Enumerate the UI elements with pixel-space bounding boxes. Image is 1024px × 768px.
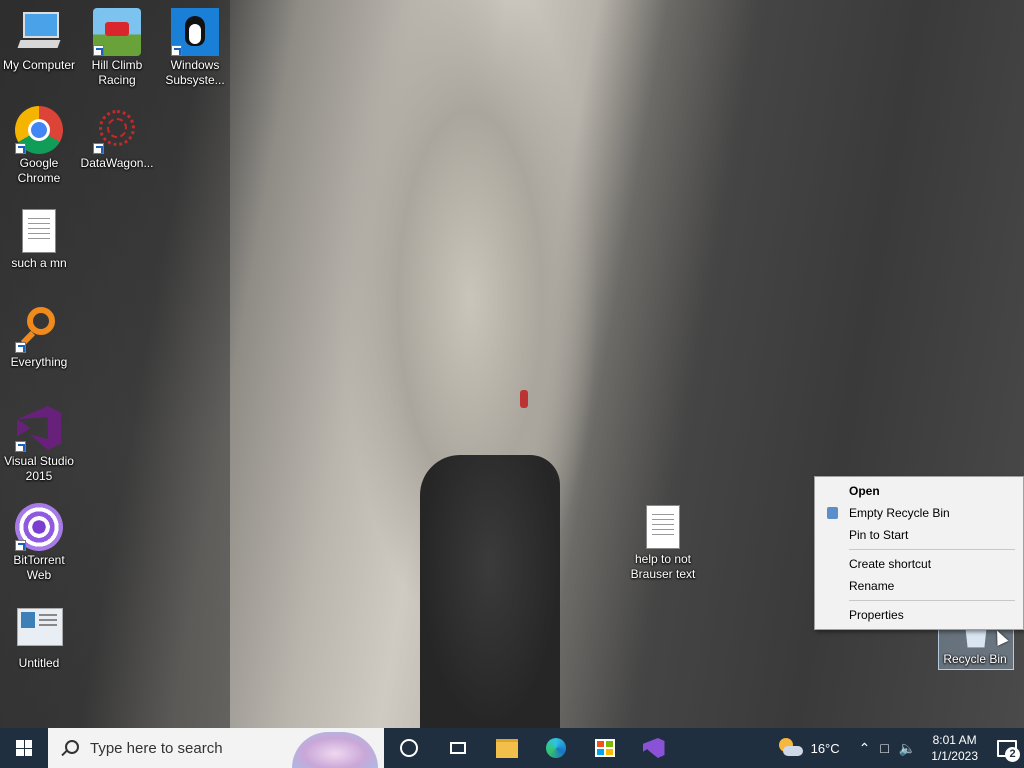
taskbar-file-explorer[interactable] — [482, 728, 531, 768]
text-document-icon — [15, 206, 63, 254]
wallpaper-rock — [420, 455, 560, 728]
clock-time: 8:01 AM — [932, 733, 977, 747]
volume-icon[interactable]: 🔈 — [899, 740, 916, 757]
wallpaper-climber — [520, 390, 528, 408]
cortana-icon — [399, 739, 418, 757]
taskbar-edge[interactable] — [531, 728, 580, 768]
task-view-button[interactable] — [433, 728, 482, 768]
notification-count-badge: 2 — [1005, 747, 1020, 762]
cortana-button[interactable] — [384, 728, 433, 768]
taskbar-search-box[interactable]: Type here to search — [48, 728, 384, 768]
text-document-icon — [639, 502, 687, 550]
shortcut-arrow-icon — [171, 45, 182, 56]
context-menu: Open Empty Recycle Bin Pin to Start Crea… — [814, 476, 1024, 630]
shortcut-arrow-icon — [93, 45, 104, 56]
menu-item-create-shortcut[interactable]: Create shortcut — [815, 553, 1023, 575]
folder-icon — [495, 738, 518, 758]
desktop-icon-visual-studio[interactable]: Visual Studio 2015 — [1, 404, 77, 484]
desktop-icon-help-to-not-brauser-text[interactable]: help to not Brauser text — [625, 502, 701, 582]
desktop-icon-label: such a mn — [11, 256, 67, 270]
desktop-icon-such-a-mn[interactable]: such a mn — [1, 206, 77, 271]
network-icon[interactable]: □ — [880, 740, 888, 756]
desktop-icon-windows-subsystem[interactable]: Windows Subsyste... — [157, 8, 233, 88]
tux-penguin-icon — [171, 8, 219, 56]
everything-search-icon — [15, 305, 63, 353]
windows-logo-icon — [16, 740, 32, 756]
image-thumbnail-icon — [15, 606, 63, 654]
shortcut-arrow-icon — [15, 143, 26, 154]
desktop-icon-hill-climb-racing[interactable]: Hill Climb Racing — [79, 8, 155, 88]
action-center-button[interactable]: 2 — [990, 728, 1024, 768]
desktop-icon-label: Visual Studio 2015 — [4, 454, 74, 483]
datawagon-icon — [93, 106, 141, 154]
desktop-icon-label: My Computer — [2, 58, 76, 72]
shortcut-arrow-icon — [93, 143, 104, 154]
menu-item-empty-recycle-bin[interactable]: Empty Recycle Bin — [815, 502, 1023, 524]
desktop-icon-bittorrent-web[interactable]: BitTorrent Web — [1, 503, 77, 583]
desktop-icon-untitled[interactable]: Untitled — [1, 606, 77, 671]
weather-temperature[interactable]: 16°C — [811, 741, 840, 756]
weather-icon[interactable] — [777, 738, 803, 758]
shortcut-arrow-icon — [15, 441, 26, 452]
system-tray: 16°C ⌃ □ 🔈 8:01 AM 1/1/2023 2 — [777, 728, 1024, 768]
desktop-icon-label: help to not Brauser text — [630, 552, 696, 581]
start-button[interactable] — [0, 728, 48, 768]
visual-studio-icon — [642, 738, 665, 758]
menu-item-rename[interactable]: Rename — [815, 575, 1023, 597]
desktop-icon-google-chrome[interactable]: Google Chrome — [1, 106, 77, 186]
task-view-icon — [449, 742, 466, 754]
taskbar-store[interactable] — [580, 728, 629, 768]
desktop-icon-label: Hill Climb Racing — [91, 58, 143, 87]
desktop-icon-label: Everything — [10, 355, 68, 369]
store-icon — [594, 739, 615, 757]
desktop-icon-label: Google Chrome — [17, 156, 61, 185]
menu-separator — [849, 549, 1015, 550]
clock-date: 1/1/2023 — [931, 749, 978, 763]
shortcut-arrow-icon — [15, 540, 26, 551]
edge-icon — [545, 738, 566, 758]
computer-icon — [15, 8, 63, 56]
menu-item-properties[interactable]: Properties — [815, 604, 1023, 626]
menu-item-open[interactable]: Open — [815, 480, 1023, 502]
recycle-bin-small-icon — [827, 507, 838, 519]
desktop-icon-my-computer[interactable]: My Computer — [1, 8, 77, 73]
chrome-icon — [15, 106, 63, 154]
desktop-icon-datawagon[interactable]: DataWagon... — [79, 106, 155, 171]
clock[interactable]: 8:01 AM 1/1/2023 — [931, 732, 978, 764]
desktop-icon-label: DataWagon... — [80, 156, 154, 170]
menu-separator — [849, 600, 1015, 601]
taskbar-visual-studio[interactable] — [629, 728, 678, 768]
hill-climb-racing-icon — [93, 8, 141, 56]
desktop-icon-everything[interactable]: Everything — [1, 305, 77, 370]
visual-studio-icon — [15, 404, 63, 452]
desktop-icon-label: Recycle Bin — [943, 652, 1007, 666]
desktop-icon-label: Untitled — [18, 656, 60, 670]
search-icon — [60, 739, 79, 757]
desktop-icon-label: BitTorrent Web — [13, 553, 65, 582]
desktop-icon-label: Windows Subsyste... — [165, 58, 225, 87]
menu-item-pin-to-start[interactable]: Pin to Start — [815, 524, 1023, 546]
search-highlight-image — [292, 732, 378, 768]
shortcut-arrow-icon — [15, 342, 26, 353]
chevron-up-icon[interactable]: ⌃ — [859, 740, 871, 757]
search-placeholder: Type here to search — [90, 739, 223, 757]
bittorrent-icon — [15, 503, 63, 551]
menu-item-label: Empty Recycle Bin — [849, 506, 950, 520]
taskbar: Type here to search 16°C ⌃ □ 🔈 8:01 AM 1… — [0, 728, 1024, 768]
